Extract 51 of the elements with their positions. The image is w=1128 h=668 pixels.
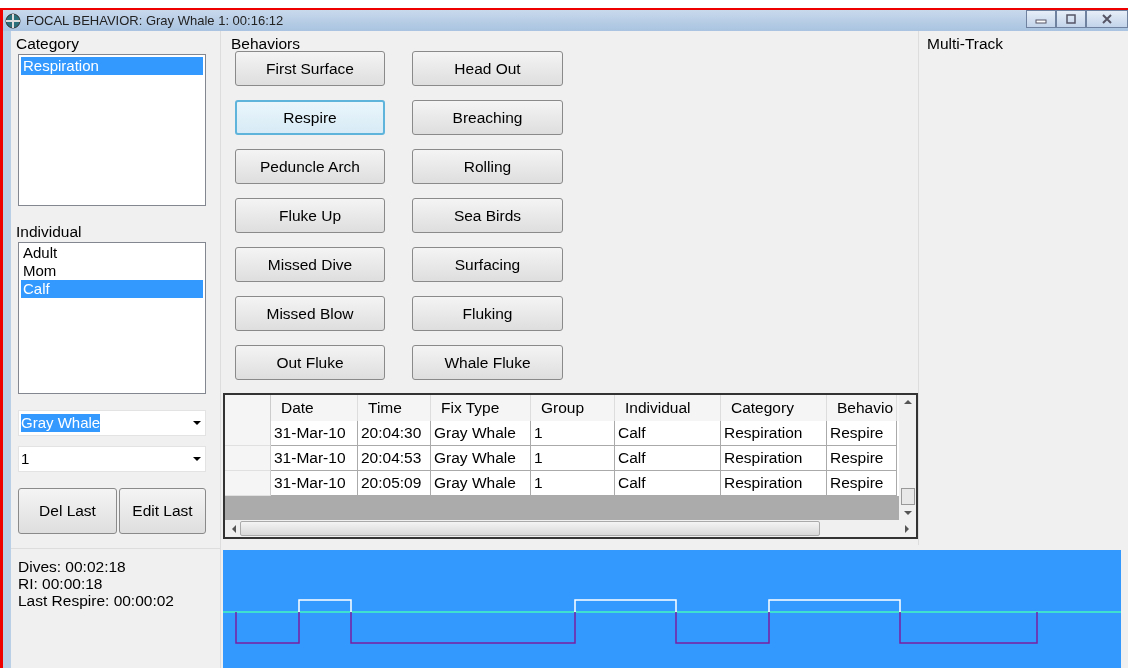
behavior-button[interactable]: Missed Blow (235, 296, 385, 331)
group-label: Multi-Track (927, 35, 1004, 52)
horizontal-scrollbar[interactable] (225, 520, 916, 537)
right-arrow-icon[interactable] (905, 524, 910, 533)
table-cell: 31-Mar-10 (271, 471, 358, 496)
minimize-button[interactable] (1026, 10, 1056, 28)
list-item[interactable]: Mom (21, 262, 203, 280)
behavior-button[interactable]: Missed Dive (235, 247, 385, 282)
up-arrow-icon[interactable] (903, 399, 912, 404)
window-title: FOCAL BEHAVIOR: Gray Whale 1: 00:16:12 (26, 13, 284, 28)
individual-list[interactable]: Adult Mom Calf (18, 242, 206, 394)
action-button[interactable]: Del Last (18, 488, 117, 534)
behavior-button[interactable]: Whale Fluke (412, 345, 563, 380)
maximize-button[interactable] (1056, 10, 1086, 28)
group-label: Behaviors (231, 35, 300, 52)
scroll-thumb[interactable] (900, 488, 915, 505)
stat-text: Dives: 00:02:18 (18, 558, 127, 575)
caret-icon (193, 457, 201, 461)
table-cell: Respiration (721, 471, 827, 496)
scroll-thumb[interactable] (240, 521, 820, 536)
table-cell: Gray Whale (431, 471, 531, 496)
behavior-button[interactable]: Head Out (412, 51, 563, 86)
list-item[interactable]: Adult (21, 244, 203, 262)
behavior-button[interactable]: Fluking (412, 296, 563, 331)
close-button[interactable] (1086, 10, 1128, 28)
table-cell: 1 (531, 471, 615, 496)
behavior-button[interactable]: Sea Birds (412, 198, 563, 233)
down-arrow-icon[interactable] (903, 511, 912, 516)
caret-icon (193, 421, 201, 425)
vertical-scrollbar[interactable] (899, 395, 916, 520)
table-cell: Respire (827, 471, 897, 496)
table-cell: 20:05:09 (358, 471, 431, 496)
maximize-icon (1065, 14, 1077, 24)
behavior-button[interactable]: Fluke Up (235, 198, 385, 233)
behavior-button[interactable]: Respire (235, 100, 385, 135)
group-label: Individual (16, 223, 83, 241)
group-dropdown[interactable]: 1 (18, 446, 206, 472)
group-label: Category (16, 35, 80, 53)
behavior-button[interactable]: Breaching (412, 100, 563, 135)
behavior-button[interactable]: Out Fluke (235, 345, 385, 380)
behavior-button[interactable]: Surfacing (412, 247, 563, 282)
globe-icon (5, 12, 21, 29)
stat-text: Last Respire: 00:00:02 (18, 592, 175, 609)
behavior-button[interactable]: Peduncle Arch (235, 149, 385, 184)
left-arrow-icon[interactable] (231, 524, 236, 533)
stat-text: RI: 00:00:18 (18, 575, 104, 592)
action-button[interactable]: Edit Last (119, 488, 206, 534)
table-cell: Calf (615, 471, 721, 496)
behavior-button[interactable]: Rolling (412, 149, 563, 184)
close-icon (1101, 14, 1113, 24)
behavior-button[interactable]: First Surface (235, 51, 385, 86)
